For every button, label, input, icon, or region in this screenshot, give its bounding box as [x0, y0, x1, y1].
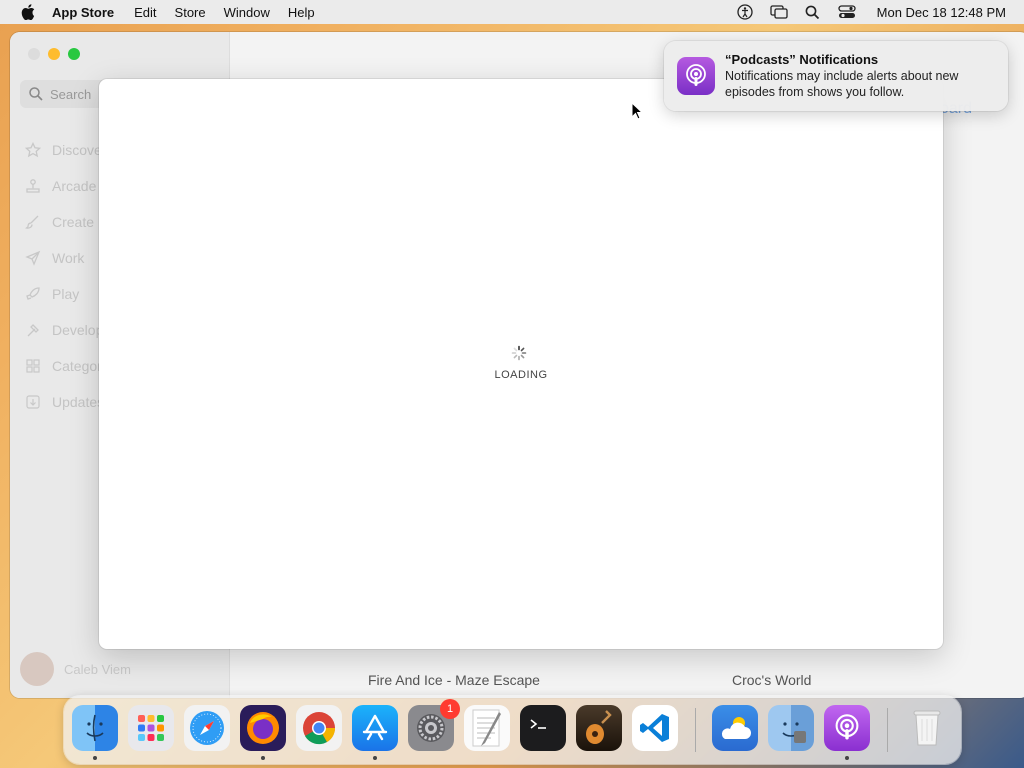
- sidebar-item-label: Play: [52, 286, 80, 302]
- sidebar-item-label: Updates: [52, 394, 105, 410]
- dock-app-store[interactable]: [352, 705, 398, 751]
- dock-separator: [695, 708, 696, 752]
- menu-window[interactable]: Window: [224, 5, 270, 20]
- dock-launchpad[interactable]: [128, 705, 174, 751]
- app-title-crocs-world[interactable]: Croc's World: [732, 672, 811, 688]
- dock-chrome[interactable]: [296, 705, 342, 751]
- download-icon: [24, 393, 42, 411]
- finder-icon: [86, 714, 104, 742]
- dock-textedit[interactable]: [464, 705, 510, 751]
- weather-icon: [721, 717, 751, 739]
- dock-running-indicator: [845, 756, 849, 760]
- dock-weather[interactable]: [712, 705, 758, 751]
- loading-spinner-icon: [511, 345, 527, 361]
- app-store-icon: [362, 714, 388, 741]
- podcasts-icon: [835, 714, 859, 740]
- rocket-icon: [24, 285, 42, 303]
- dock-trash[interactable]: [904, 705, 950, 751]
- vscode-icon: [640, 714, 669, 742]
- sidebar-item-label: Arcade: [52, 178, 97, 194]
- zoom-button[interactable]: [68, 48, 80, 60]
- status-area: Mon Dec 18 12:48 PM: [735, 0, 1006, 24]
- safari-icon: [190, 711, 224, 745]
- trash-icon: [913, 710, 941, 746]
- account-button[interactable]: Caleb Viem: [20, 652, 131, 686]
- accessibility-icon[interactable]: [735, 4, 755, 20]
- guitar-icon: [586, 710, 612, 744]
- avatar: [20, 652, 54, 686]
- paper-plane-icon: [24, 249, 42, 267]
- dock-terminal[interactable]: [520, 705, 566, 751]
- apple-menu-icon[interactable]: [18, 4, 38, 20]
- dock-finder[interactable]: [72, 705, 118, 751]
- dock-podcasts[interactable]: [824, 705, 870, 751]
- dock-vscode[interactable]: [632, 705, 678, 751]
- close-button[interactable]: [28, 48, 40, 60]
- menu-clock[interactable]: Mon Dec 18 12:48 PM: [877, 5, 1006, 20]
- screen-mirroring-icon[interactable]: [769, 4, 789, 20]
- firefox-icon: [247, 712, 279, 744]
- control-center-icon[interactable]: [837, 4, 857, 20]
- notification-banner[interactable]: “Podcasts” Notifications Notifications m…: [664, 41, 1008, 111]
- sidebar-item-label: Create: [52, 214, 95, 230]
- mouse-pointer-icon: [631, 102, 643, 120]
- sidebar-item-label: Develop: [52, 322, 104, 338]
- window-controls: [28, 48, 80, 60]
- chrome-icon: [303, 712, 336, 745]
- menu-store[interactable]: Store: [175, 5, 206, 20]
- grid-icon: [24, 357, 42, 375]
- podcasts-icon: [677, 57, 715, 95]
- notification-body: Notifications may include alerts about n…: [725, 69, 959, 99]
- dock-running-indicator: [373, 756, 377, 760]
- star-icon: [24, 141, 42, 159]
- search-icon: [29, 87, 43, 101]
- hammer-icon: [24, 321, 42, 339]
- loading-label: LOADING: [494, 369, 548, 381]
- dock-migration-assistant[interactable]: [768, 705, 814, 751]
- minimize-button[interactable]: [48, 48, 60, 60]
- dock-safari[interactable]: [184, 705, 230, 751]
- menu-bar: App Store Edit Store Window Help Mon Dec…: [0, 0, 1024, 24]
- dock: 1: [64, 696, 961, 764]
- dock-system-settings[interactable]: 1: [408, 699, 460, 751]
- app-title-fire-and-ice[interactable]: Fire And Ice - Maze Escape: [368, 672, 540, 688]
- textedit-icon: [472, 709, 501, 747]
- sidebar-item-label: Work: [52, 250, 85, 266]
- dock-running-indicator: [93, 756, 97, 760]
- user-name: Caleb Viem: [64, 661, 131, 677]
- spotlight-search-icon[interactable]: [803, 4, 823, 20]
- joystick-icon: [24, 177, 42, 195]
- terminal-icon: [530, 719, 546, 729]
- dock-separator: [887, 708, 888, 752]
- brush-icon: [24, 213, 42, 231]
- dock-running-indicator: [261, 756, 265, 760]
- migration-assistant-icon: [782, 722, 806, 743]
- notification-title: “Podcasts” Notifications: [725, 52, 879, 67]
- menu-help[interactable]: Help: [288, 5, 315, 20]
- launchpad-icon: [138, 715, 164, 741]
- search-placeholder: Search: [50, 86, 92, 102]
- loading-sheet: LOADING: [99, 79, 943, 649]
- notification-badge: 1: [440, 699, 460, 719]
- menu-edit[interactable]: Edit: [134, 5, 156, 20]
- dock-firefox[interactable]: [240, 705, 286, 751]
- menu-app-name[interactable]: App Store: [52, 5, 114, 20]
- dock-garageband[interactable]: [576, 705, 622, 751]
